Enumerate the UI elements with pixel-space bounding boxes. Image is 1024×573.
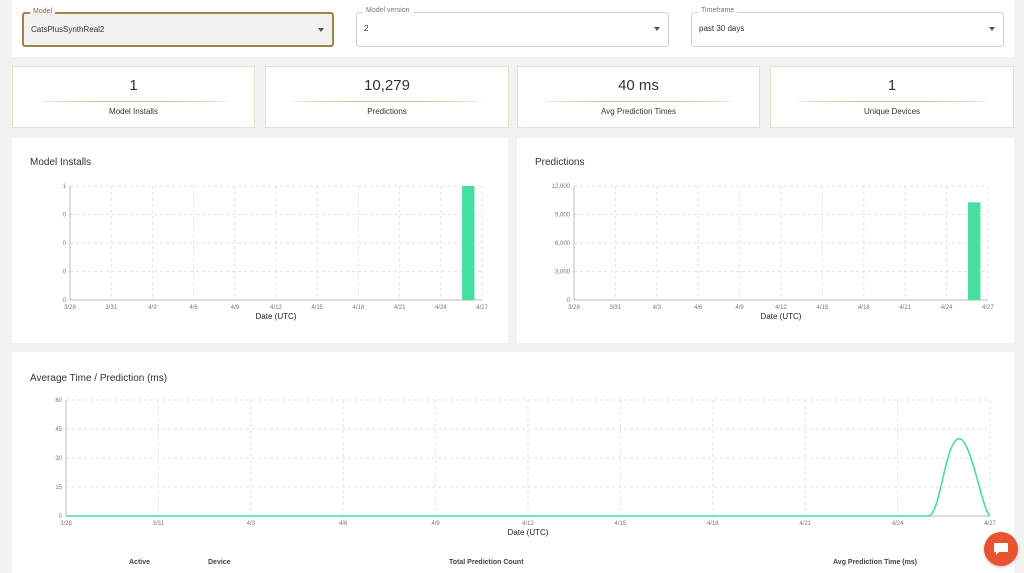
x-tick-label: 4/27 [984, 521, 996, 527]
x-tick-label: 4/15 [311, 305, 323, 311]
x-tick-label: 4/21 [394, 305, 406, 311]
y-tick-label: 0 [63, 270, 67, 276]
y-tick-label: 30 [55, 456, 62, 462]
x-tick-label: 4/12 [270, 305, 282, 311]
x-tick-label: 3/31 [105, 305, 117, 311]
x-tick-label: 4/24 [892, 521, 904, 527]
table-header-avg-prediction-time[interactable]: Avg Prediction Time (ms) [833, 559, 917, 566]
x-tick-label: 4/27 [982, 305, 994, 311]
x-tick-label: 4/24 [435, 305, 447, 311]
x-tick-label: 4/9 [231, 305, 240, 311]
table-header-total-prediction-count[interactable]: Total Prediction Count [449, 559, 524, 566]
x-tick-label: 4/6 [694, 305, 703, 311]
x-tick-label: 3/31 [610, 305, 622, 311]
x-tick-label: 4/9 [735, 305, 744, 311]
y-tick-label: 15 [55, 485, 62, 491]
x-tick-label: 4/21 [899, 305, 911, 311]
x-tick-label: 4/18 [353, 305, 365, 311]
charts-layer: 0 0 0 0 1 3/28 3/31 4/3 4/6 4/9 4/12 4/15 4/18 4/21 4/… [55, 184, 996, 537]
x-tick-label: 4/3 [653, 305, 662, 311]
x-tick-label: 4/6 [189, 305, 198, 311]
y-tick-label: 0 [63, 241, 67, 247]
y-tick-label: 0 [63, 213, 67, 219]
table-header-device[interactable]: Device [208, 559, 231, 566]
chart-1: 0 3,000 6,000 9,000 12,000 3/28 3/31 4/3 4/6 4/9 4… [552, 184, 995, 321]
chart-0: 0 0 0 0 1 3/28 3/31 4/3 4/6 4/9 4/12 4/15 4/18 4/21 4/… [63, 184, 489, 321]
x-tick-label: 3/28 [60, 521, 72, 527]
chat-launcher-button[interactable] [984, 532, 1018, 566]
x-tick-label: 4/15 [817, 305, 829, 311]
y-tick-label: 6,000 [555, 241, 571, 247]
x-axis-label: Date (UTC) [256, 312, 297, 321]
chart-2: 0 15 30 45 60 3/28 3/31 4/3 4/6 4/9 4/12 4/15 4/18 4/… [55, 398, 996, 537]
y-tick-label: 45 [55, 427, 62, 433]
bar [462, 186, 475, 300]
y-tick-label: 1 [63, 184, 67, 190]
y-tick-label: 3,000 [555, 270, 571, 276]
y-tick-label: 9,000 [555, 213, 571, 219]
x-tick-label: 4/12 [775, 305, 787, 311]
y-tick-label: 0 [59, 514, 63, 520]
x-axis-label: Date (UTC) [508, 528, 549, 537]
x-tick-label: 4/6 [339, 521, 348, 527]
x-tick-label: 4/12 [522, 521, 534, 527]
bar [967, 202, 981, 300]
x-tick-label: 4/3 [148, 305, 157, 311]
chat-bubble-icon [994, 543, 1008, 555]
x-tick-label: 4/18 [858, 305, 870, 311]
x-tick-label: 4/3 [247, 521, 256, 527]
y-tick-label: 0 [567, 298, 571, 304]
y-tick-label: 60 [55, 398, 62, 404]
x-tick-label: 4/21 [799, 521, 811, 527]
y-tick-label: 12,000 [552, 184, 571, 190]
x-tick-label: 4/9 [431, 521, 440, 527]
x-axis-label: Date (UTC) [761, 312, 802, 321]
y-tick-label: 0 [63, 298, 67, 304]
x-tick-label: 4/24 [941, 305, 953, 311]
x-tick-label: 4/27 [476, 305, 488, 311]
x-tick-label: 3/28 [64, 305, 76, 311]
x-tick-label: 4/15 [615, 521, 627, 527]
table-header-active[interactable]: Active [129, 559, 150, 566]
x-tick-label: 4/18 [707, 521, 719, 527]
x-tick-label: 3/28 [568, 305, 580, 311]
x-tick-label: 3/31 [153, 521, 165, 527]
